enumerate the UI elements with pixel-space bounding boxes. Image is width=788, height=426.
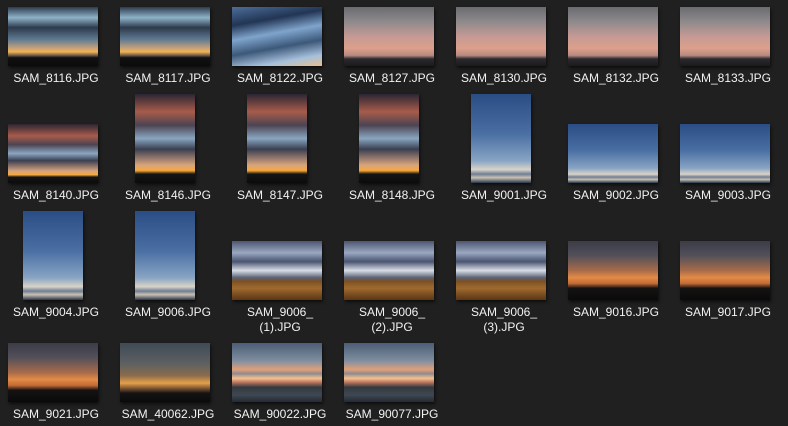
file-name: SAM_90022.JPG — [233, 407, 327, 421]
file-name: SAM_8146.JPG — [124, 188, 212, 202]
file-name: SAM_9004.JPG — [12, 305, 100, 319]
image-thumbnail[interactable] — [232, 7, 322, 66]
image-thumbnail[interactable] — [680, 241, 770, 300]
image-thumbnail[interactable] — [568, 241, 658, 300]
image-thumbnail[interactable] — [359, 94, 419, 183]
image-thumbnail[interactable] — [344, 7, 434, 66]
image-thumbnail[interactable] — [120, 7, 210, 66]
image-thumbnail[interactable] — [23, 211, 83, 300]
file-name: SAM_9006_ (3).JPG — [470, 305, 538, 334]
file-name: SAM_9006.JPG — [124, 305, 212, 319]
image-thumbnail[interactable] — [471, 94, 531, 183]
image-thumbnail[interactable] — [8, 343, 98, 402]
image-thumbnail[interactable] — [232, 241, 322, 300]
file-name: SAM_9006_ (1).JPG — [246, 305, 314, 334]
file-name: SAM_8140.JPG — [12, 188, 100, 202]
file-name: SAM_8127.JPG — [348, 71, 436, 85]
file-name: SAM_9001.JPG — [460, 188, 548, 202]
file-name: SAM_8132.JPG — [572, 71, 660, 85]
image-thumbnail[interactable] — [680, 7, 770, 66]
image-thumbnail[interactable] — [456, 241, 546, 300]
file-name: SAM_9006_ (2).JPG — [358, 305, 426, 334]
file-name: SAM_8133.JPG — [684, 71, 772, 85]
file-name: SAM_9017.JPG — [684, 305, 772, 319]
file-name: SAM_8147.JPG — [236, 188, 324, 202]
file-name: SAM_9002.JPG — [572, 188, 660, 202]
image-thumbnail[interactable] — [568, 124, 658, 183]
file-grid: SAM_8116.JPG SAM_8117.JPG SAM_8122.JPG SAM_… — [0, 0, 788, 426]
file-name: SAM_40062.JPG — [121, 407, 215, 421]
image-thumbnail[interactable] — [135, 94, 195, 183]
file-name: SAM_8122.JPG — [236, 71, 324, 85]
image-thumbnail[interactable] — [568, 7, 658, 66]
image-thumbnail[interactable] — [456, 7, 546, 66]
file-name: SAM_8116.JPG — [13, 71, 99, 85]
file-name: SAM_8117.JPG — [125, 71, 211, 85]
image-thumbnail[interactable] — [8, 7, 98, 66]
image-thumbnail[interactable] — [344, 343, 434, 402]
image-thumbnail[interactable] — [232, 343, 322, 402]
image-thumbnail[interactable] — [344, 241, 434, 300]
file-name: SAM_90077.JPG — [345, 407, 439, 421]
file-name: SAM_9021.JPG — [12, 407, 100, 421]
file-name: SAM_8130.JPG — [460, 71, 548, 85]
image-thumbnail[interactable] — [8, 124, 98, 183]
image-thumbnail[interactable] — [120, 343, 210, 402]
image-thumbnail[interactable] — [247, 94, 307, 183]
file-name: SAM_9003.JPG — [684, 188, 772, 202]
file-name: SAM_8148.JPG — [348, 188, 436, 202]
image-thumbnail[interactable] — [135, 211, 195, 300]
image-thumbnail[interactable] — [680, 124, 770, 183]
file-name: SAM_9016.JPG — [572, 305, 660, 319]
